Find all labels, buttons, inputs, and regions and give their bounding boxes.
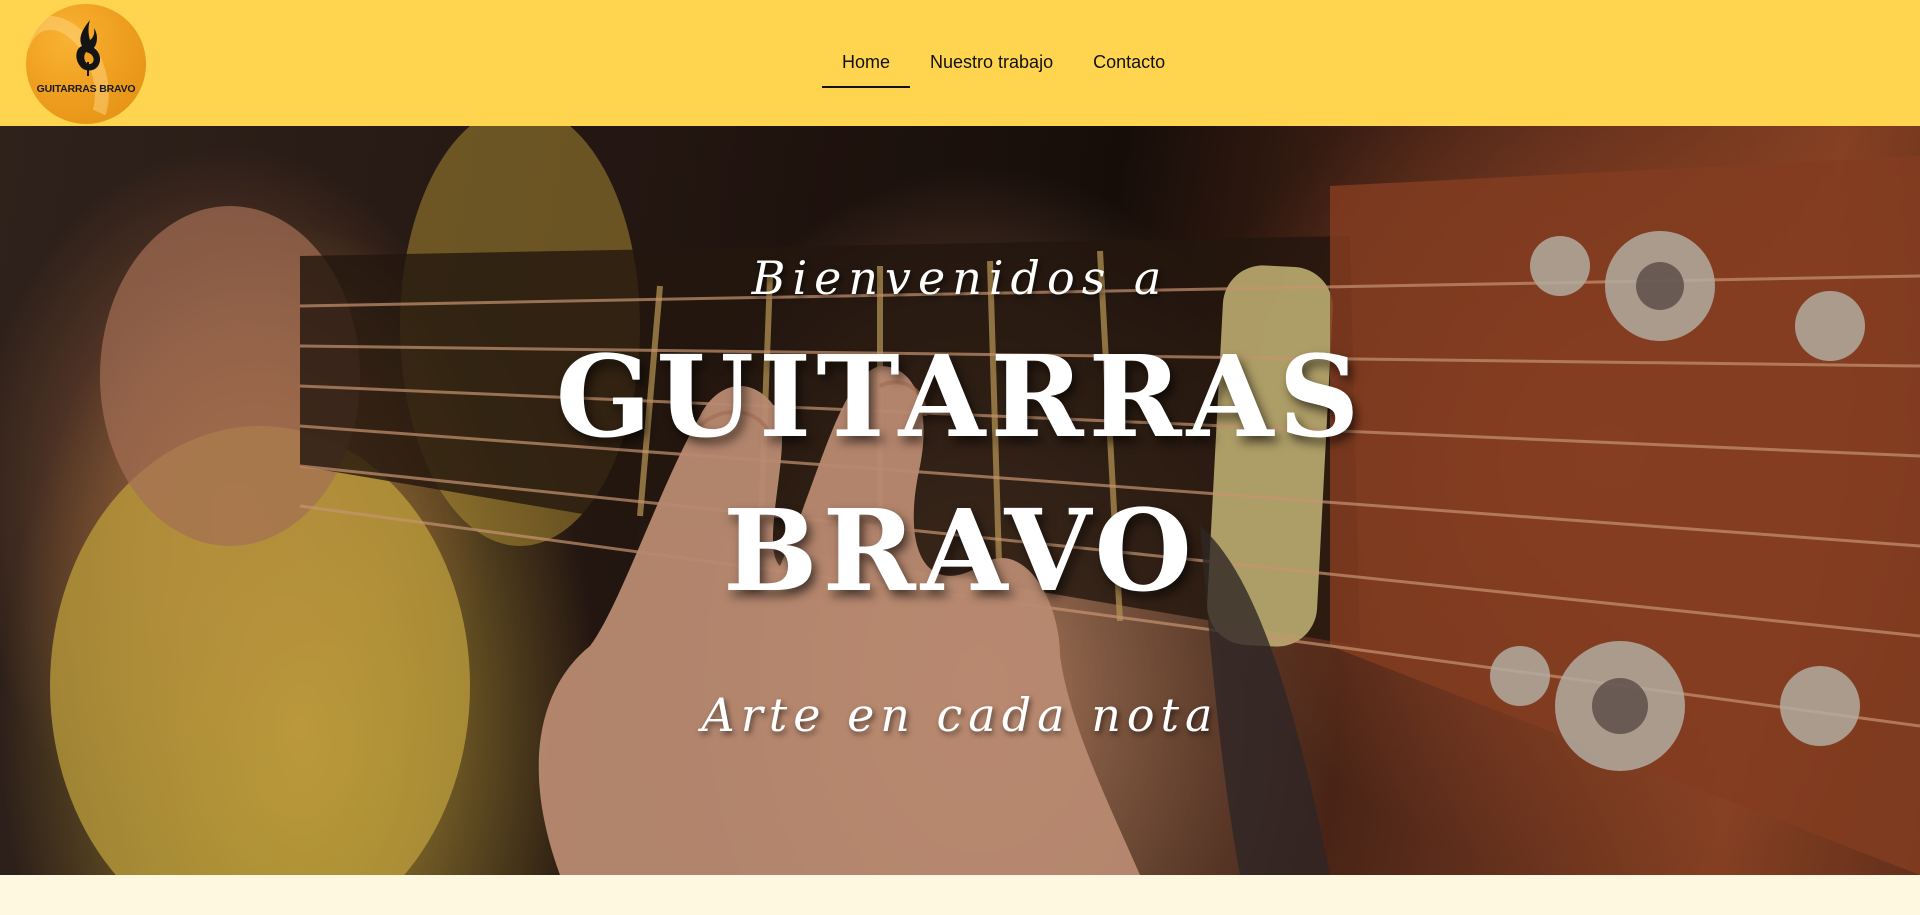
hero-title-line2: BRAVO [723,486,1197,617]
flame-guitar-icon [76,20,101,76]
site-header: GUITARRAS BRAVO Home Nuestro trabajo Con… [0,0,1920,126]
hero-welcome-text: Bienvenidos a [751,251,1169,305]
nav-home[interactable]: Home [822,36,911,88]
logo-text: GUITARRAS BRAVO [36,83,136,95]
nav-contacto[interactable]: Contacto [1073,36,1185,88]
page-content-start [0,875,1920,915]
hero-tagline: Arte en cada nota [701,688,1219,742]
brand-logo[interactable]: GUITARRAS BRAVO [26,4,146,124]
main-nav: Home Nuestro trabajo Contacto [822,36,1185,90]
nav-nuestro-trabajo[interactable]: Nuestro trabajo [910,36,1073,88]
hero-banner: Bienvenidos a GUITARRAS BRAVO Arte en ca… [0,126,1920,875]
hero-title-line1: GUITARRAS [555,332,1365,463]
